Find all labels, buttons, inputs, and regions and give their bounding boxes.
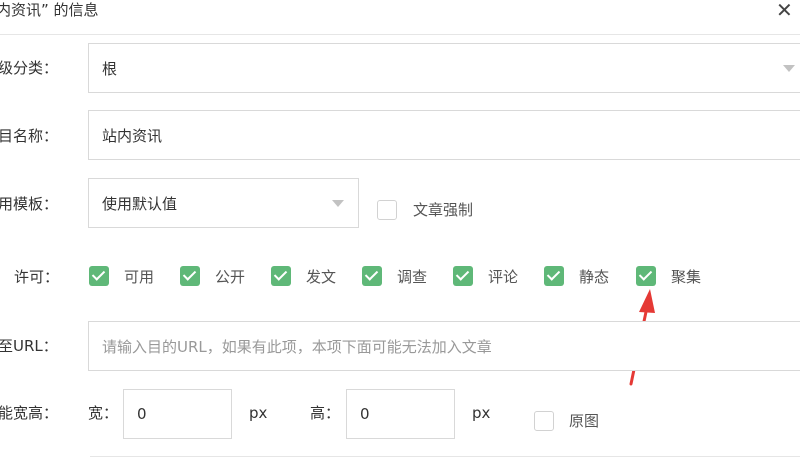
permission-aggregate-checkbox[interactable] <box>636 266 656 286</box>
parent-category-label: 级分类： <box>0 59 59 77</box>
permission-comment-label: 评论 <box>488 268 519 286</box>
chevron-down-icon <box>332 200 344 207</box>
template-select[interactable]: 使用默认值 <box>88 178 359 228</box>
column-name-input[interactable]: 站内资讯 <box>88 110 800 160</box>
target-url-placeholder: 请输入目的URL，如果有此项，本项下面可能无法加入文章 <box>102 338 492 356</box>
width-label: 宽： <box>88 404 119 422</box>
parent-category-value: 根 <box>102 60 118 78</box>
dialog-titlebar: 内资讯” 的信息 ✕ <box>0 0 800 35</box>
height-unit: px <box>472 404 491 422</box>
article-force-label: 文章强制 <box>413 201 474 219</box>
width-value: 0 <box>137 405 147 423</box>
height-value: 0 <box>360 405 370 423</box>
permission-survey-label: 调查 <box>397 268 428 286</box>
chevron-down-icon <box>783 65 795 72</box>
permission-public-checkbox[interactable] <box>180 266 200 286</box>
permission-public-label: 公开 <box>215 268 246 286</box>
permission-available-checkbox[interactable] <box>89 266 109 286</box>
permission-aggregate-label: 聚集 <box>671 268 702 286</box>
dialog-title: 内资讯” 的信息 <box>0 1 99 19</box>
width-input[interactable]: 0 <box>123 389 232 439</box>
original-size-label: 原图 <box>569 412 600 430</box>
permission-post-checkbox[interactable] <box>271 266 291 286</box>
size-label: 能宽高： <box>0 404 59 422</box>
column-name-label: 目名称： <box>0 127 59 145</box>
permissions-label: 许可： <box>14 268 60 286</box>
permission-survey-checkbox[interactable] <box>362 266 382 286</box>
template-label: 用模板： <box>0 195 59 213</box>
divider <box>90 456 800 457</box>
permission-post-label: 发文 <box>306 268 337 286</box>
template-value: 使用默认值 <box>102 195 178 213</box>
height-label: 高： <box>310 404 341 422</box>
column-name-value: 站内资讯 <box>102 127 163 145</box>
parent-category-select[interactable]: 根 <box>88 43 800 93</box>
original-size-checkbox[interactable] <box>534 411 554 431</box>
permission-comment-checkbox[interactable] <box>453 266 473 286</box>
target-url-label: 至URL： <box>0 337 58 355</box>
permission-static-label: 静态 <box>579 268 610 286</box>
target-url-input[interactable]: 请输入目的URL，如果有此项，本项下面可能无法加入文章 <box>88 321 800 371</box>
height-input[interactable]: 0 <box>346 389 455 439</box>
width-unit: px <box>249 404 268 422</box>
permission-available-label: 可用 <box>124 268 155 286</box>
permission-static-checkbox[interactable] <box>544 266 564 286</box>
close-icon[interactable]: ✕ <box>776 0 793 20</box>
article-force-checkbox[interactable] <box>377 200 397 220</box>
